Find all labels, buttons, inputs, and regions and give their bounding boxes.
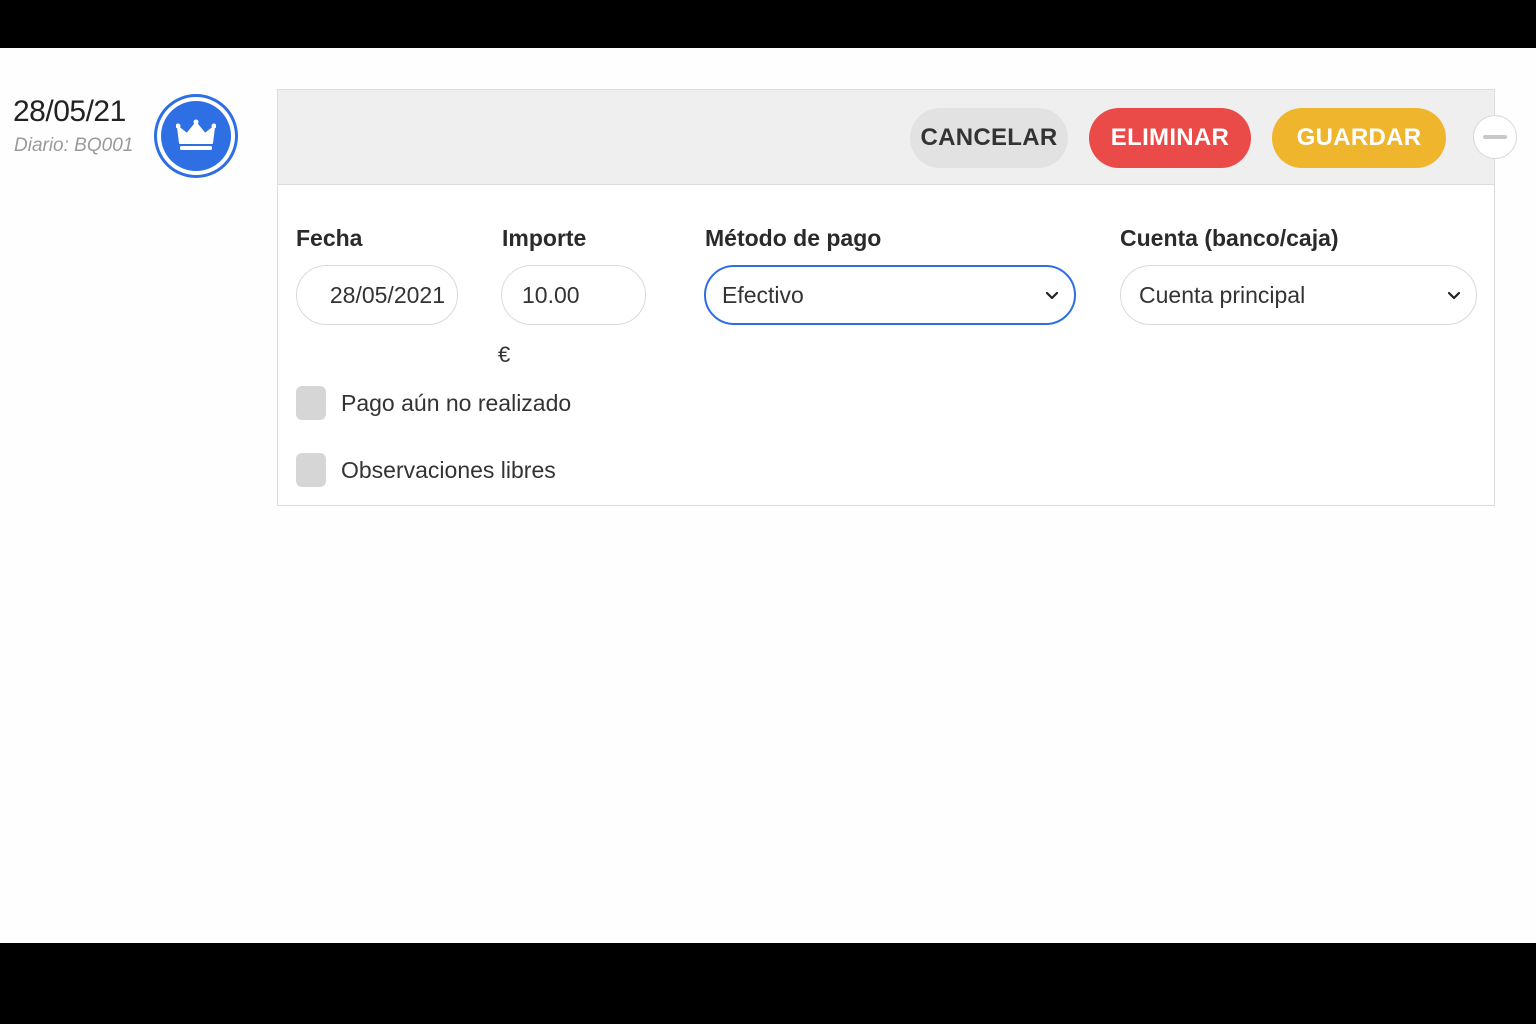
- account-label: Cuenta (banco/caja): [1120, 225, 1339, 251]
- notes-checkbox-row: Observaciones libres: [296, 453, 556, 487]
- crown-icon: [176, 119, 216, 150]
- payment-method-value: Efectivo: [722, 281, 804, 308]
- delete-button[interactable]: ELIMINAR: [1089, 108, 1251, 168]
- chevron-down-icon: [1045, 291, 1059, 300]
- amount-label: Importe: [502, 225, 587, 251]
- badge-circle: [161, 101, 231, 171]
- collapse-button[interactable]: [1473, 115, 1517, 159]
- date-field[interactable]: 28/05/2021: [296, 265, 458, 325]
- unpaid-checkbox-row: Pago aún no realizado: [296, 386, 571, 420]
- entry-journal: Diario: BQ001: [14, 135, 134, 156]
- payment-method-label: Método de pago: [705, 225, 882, 251]
- chevron-down-icon: [1447, 291, 1461, 300]
- notes-checkbox-label: Observaciones libres: [341, 456, 556, 483]
- entry-badge[interactable]: [154, 94, 238, 178]
- date-label: Fecha: [296, 225, 363, 251]
- amount-value: 10.00: [522, 281, 580, 308]
- save-button[interactable]: GUARDAR: [1272, 108, 1446, 168]
- letterbox-top: [0, 0, 1536, 48]
- payment-method-select[interactable]: Efectivo: [704, 265, 1076, 325]
- notes-checkbox[interactable]: [296, 453, 326, 487]
- payment-panel: CANCELAR ELIMINAR GUARDAR Fecha Importe …: [277, 89, 1495, 506]
- letterbox-bottom: [0, 943, 1536, 1024]
- unpaid-checkbox-label: Pago aún no realizado: [341, 389, 572, 416]
- page: 28/05/21 Diario: BQ001 CANCELAR ELIMINAR…: [0, 48, 1536, 943]
- account-select[interactable]: Cuenta principal: [1120, 265, 1477, 325]
- currency-symbol: €: [498, 342, 511, 367]
- date-value: 28/05/2021: [329, 281, 445, 308]
- amount-field[interactable]: 10.00: [501, 265, 646, 325]
- cancel-button[interactable]: CANCELAR: [910, 108, 1068, 168]
- unpaid-checkbox[interactable]: [296, 386, 326, 420]
- account-value: Cuenta principal: [1139, 281, 1306, 308]
- panel-header: CANCELAR ELIMINAR GUARDAR: [278, 90, 1494, 185]
- entry-date: 28/05/21: [13, 95, 126, 128]
- minus-icon: [1483, 135, 1507, 139]
